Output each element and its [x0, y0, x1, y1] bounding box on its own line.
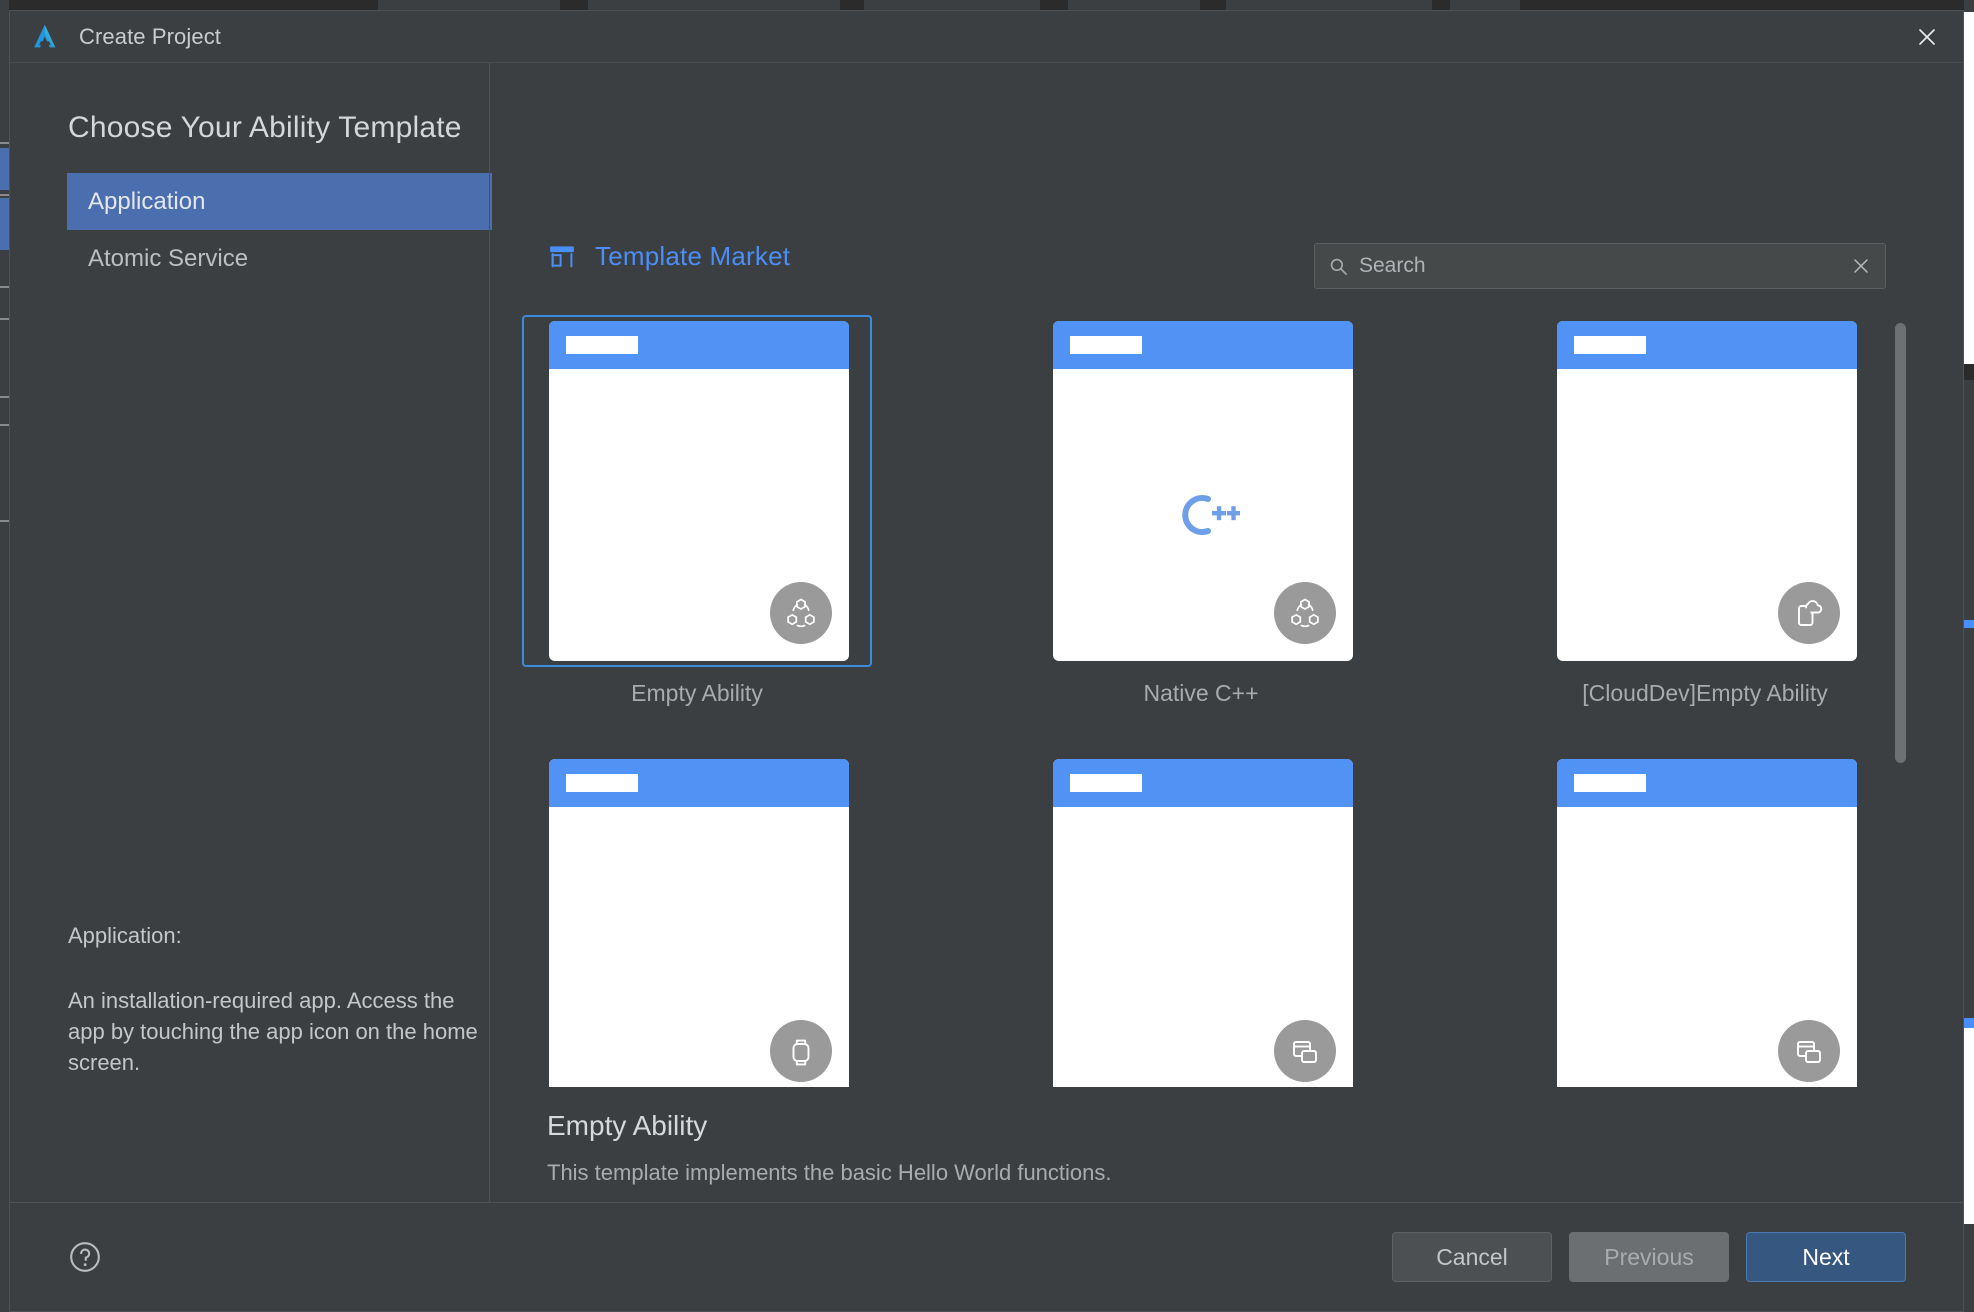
tablet-split-icon: [1778, 1020, 1840, 1082]
search-input[interactable]: [1359, 254, 1849, 278]
template-grid-viewport: Empty Ability Native C++ [CloudDev]Empty…: [490, 315, 1963, 1087]
template-card-row2-1[interactable]: [547, 753, 849, 1087]
template-market-label: Template Market: [595, 241, 791, 271]
ability-hexagons-icon: [1274, 582, 1336, 644]
close-icon[interactable]: [1907, 17, 1947, 57]
thumbnail-canvas: [1557, 369, 1857, 661]
dialog-body: Choose Your Ability Template Application…: [10, 63, 1963, 1202]
thumbnail-appbar: [1053, 759, 1353, 807]
template-grid: Empty Ability Native C++ [CloudDev]Empty…: [490, 315, 1910, 1087]
help-circle-icon[interactable]: [67, 1239, 103, 1275]
category-info-title: Application:: [68, 923, 182, 948]
sidebar-item-label: Application: [88, 187, 206, 215]
dialog-title: Create Project: [79, 23, 222, 49]
dialog-titlebar: Create Project: [10, 11, 1963, 63]
category-info-panel: Application: An installation-required ap…: [68, 923, 478, 1079]
dialog-footer: Cancel Previous Next: [10, 1202, 1963, 1311]
appgallery-logo-icon: [34, 24, 56, 47]
thumbnail-appbar: [549, 759, 849, 807]
category-info-description: An installation-required app. Access the…: [68, 988, 478, 1076]
template-category-list: Application Atomic Service: [67, 173, 492, 287]
thumbnail-appbar: [1053, 321, 1353, 369]
ability-hexagons-icon: [770, 582, 832, 644]
template-market-link[interactable]: Template Market: [547, 241, 790, 272]
thumbnail-appbar: [549, 321, 849, 369]
template-detail: Empty Ability This template implements t…: [547, 1110, 1923, 1186]
tablet-split-icon: [1274, 1020, 1336, 1082]
scrollbar-thumb[interactable]: [1895, 323, 1906, 763]
template-thumbnail[interactable]: [549, 321, 849, 661]
template-thumbnail[interactable]: [1053, 321, 1353, 661]
template-thumbnail[interactable]: [549, 759, 849, 1087]
sidebar-item-application[interactable]: Application: [67, 173, 492, 230]
template-card-empty-ability[interactable]: Empty Ability: [522, 315, 872, 707]
thumbnail-appbar: [1557, 321, 1857, 369]
phone-cloud-icon: [1778, 582, 1840, 644]
template-card-native-cpp[interactable]: Native C++: [1051, 315, 1353, 707]
template-thumbnail[interactable]: [1053, 759, 1353, 1087]
thumbnail-appbar: [1557, 759, 1857, 807]
template-panel: Template Market Search Empty Ability Nat…: [490, 63, 1963, 1202]
thumbnail-canvas: [549, 369, 849, 661]
template-card-clouddev-empty-ability[interactable]: [CloudDev]Empty Ability: [1555, 315, 1857, 707]
page-title: Choose Your Ability Template: [68, 111, 462, 144]
thumbnail-canvas: [1053, 807, 1353, 1087]
thumbnail-canvas: [1557, 807, 1857, 1087]
thumbnail-canvas: [549, 807, 849, 1087]
storefront-icon: [550, 245, 574, 267]
ide-toolbar-strip: [0, 0, 1974, 10]
template-thumbnail[interactable]: [1557, 321, 1857, 661]
search-box[interactable]: [1314, 243, 1886, 289]
ide-left-gutter: [0, 0, 9, 1312]
sidebar-item-label: Atomic Service: [88, 244, 249, 272]
template-card-row2-3[interactable]: [1555, 753, 1857, 1087]
search-icon: [1330, 258, 1347, 275]
sidebar-item-atomic-service[interactable]: Atomic Service: [67, 230, 492, 287]
wearable-icon: [770, 1020, 832, 1082]
template-thumbnail[interactable]: [1557, 759, 1857, 1087]
cancel-button[interactable]: Cancel: [1392, 1232, 1552, 1282]
cpp-logo-icon: [1166, 487, 1240, 543]
previous-button[interactable]: Previous: [1569, 1232, 1729, 1282]
template-detail-description: This template implements the basic Hello…: [547, 1160, 1112, 1185]
close-x-icon[interactable]: [1849, 254, 1873, 278]
template-card-label: Native C++: [1143, 680, 1259, 706]
create-project-dialog: Create Project Choose Your Ability Templ…: [9, 10, 1964, 1312]
ide-right-gutter: [1964, 0, 1974, 1312]
footer-actions: Cancel Previous Next: [1392, 1232, 1906, 1282]
template-grid-scrollbar[interactable]: [1895, 323, 1906, 1023]
next-button[interactable]: Next: [1746, 1232, 1906, 1282]
template-card-label: Empty Ability: [631, 680, 763, 706]
thumbnail-canvas: [1053, 369, 1353, 661]
template-card-row2-2[interactable]: [1051, 753, 1353, 1087]
template-detail-title: Empty Ability: [547, 1110, 708, 1141]
template-card-label: [CloudDev]Empty Ability: [1582, 680, 1828, 706]
